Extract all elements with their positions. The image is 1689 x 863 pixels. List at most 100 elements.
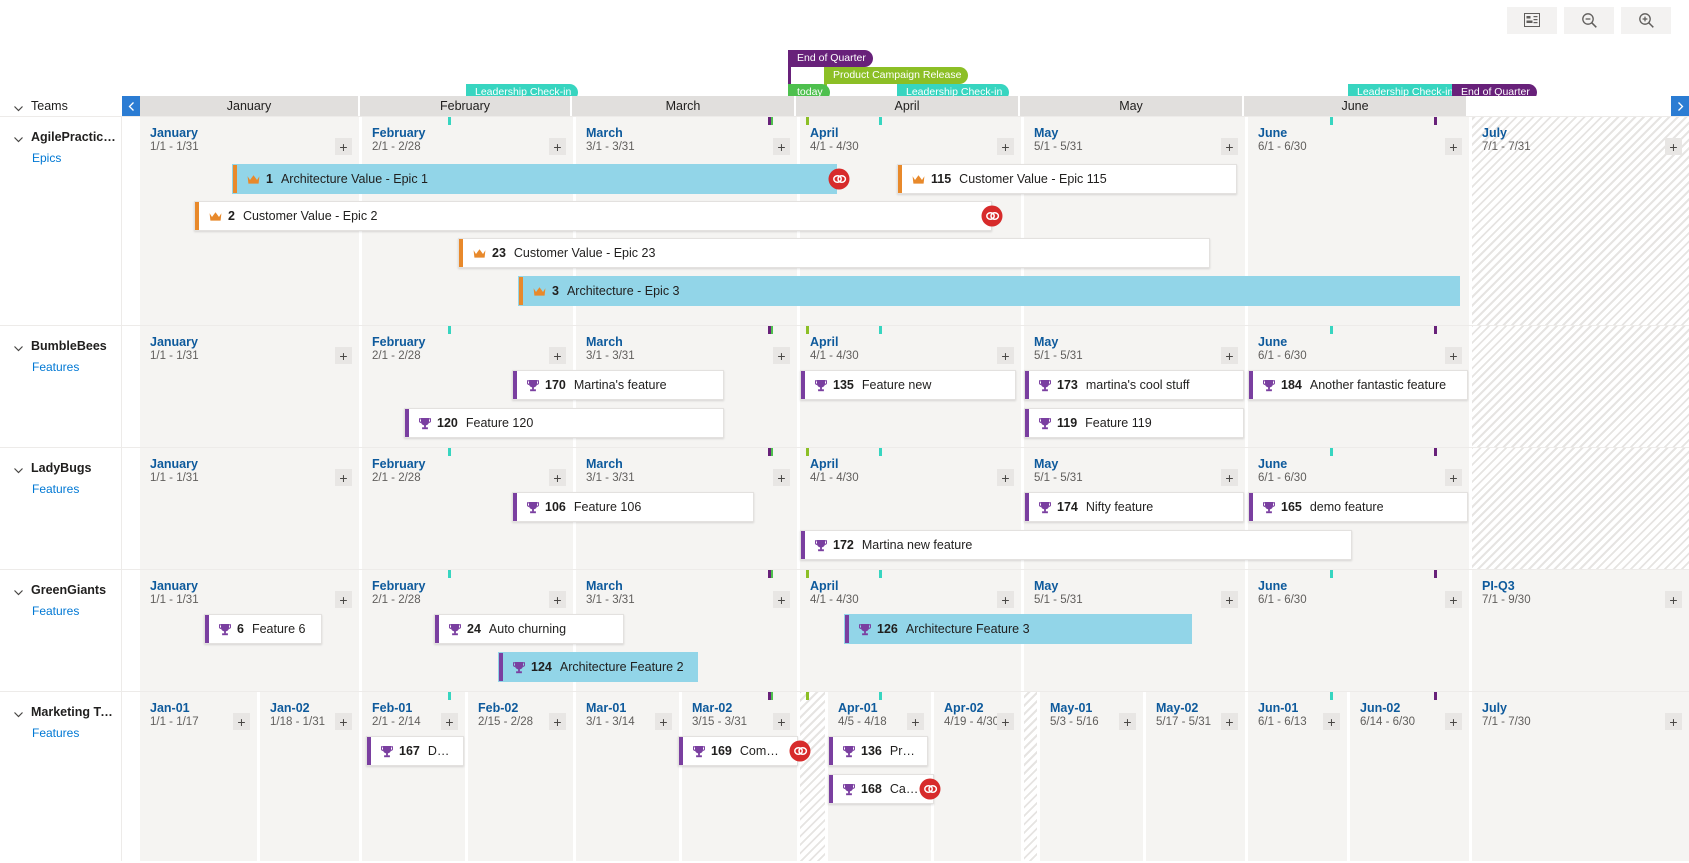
feature-card[interactable]: 124 Architecture Feature 2: [498, 652, 698, 682]
chevron-down-icon: [13, 101, 24, 112]
scroll-right-button[interactable]: [1671, 96, 1689, 116]
team-lanes: January 1/1 - 1/31 + February 2/1 - 2/28 + Mar…: [122, 326, 1689, 447]
work-item-title: Another fantastic feature: [1309, 378, 1447, 392]
dependency-badge[interactable]: [981, 205, 1003, 227]
trophy-icon: [513, 661, 525, 674]
team-label-column: AgilePractices T... Epics: [0, 117, 122, 325]
work-item-title: Auto churning: [488, 622, 567, 636]
team-name: LadyBugs: [31, 461, 92, 475]
feature-card[interactable]: 135 Feature new: [800, 370, 1016, 400]
scroll-left-button[interactable]: [122, 96, 140, 116]
epic-card[interactable]: 2 Customer Value - Epic 2: [194, 201, 992, 231]
epic-card[interactable]: 23 Customer Value - Epic 23: [458, 238, 1210, 268]
card-accent-edge: [801, 371, 805, 399]
feature-card[interactable]: 170 Martina's feature: [512, 370, 724, 400]
zoom-in-button[interactable]: [1621, 6, 1671, 34]
feature-card[interactable]: 174 Nifty feature: [1024, 492, 1244, 522]
card-accent-edge: [845, 615, 849, 643]
zoom-in-icon: [1638, 12, 1655, 29]
card-accent-edge: [405, 409, 409, 437]
feature-card[interactable]: 169 Communica...: [678, 736, 798, 766]
team-backlog-link[interactable]: Epics: [32, 151, 121, 165]
dependency-badge[interactable]: [828, 168, 850, 190]
epic-card[interactable]: 115 Customer Value - Epic 115: [897, 164, 1237, 194]
work-item-id: 3: [552, 284, 559, 298]
feature-card[interactable]: 167 Develo...: [366, 736, 464, 766]
feature-card[interactable]: 106 Feature 106: [512, 492, 754, 522]
trophy-icon: [527, 379, 539, 392]
feature-card[interactable]: 172 Martina new feature: [800, 530, 1352, 560]
feature-card[interactable]: 136 Produc...: [828, 736, 928, 766]
work-item-id: 165: [1281, 500, 1302, 514]
dependency-badge[interactable]: [789, 740, 811, 762]
feature-card[interactable]: 119 Feature 119: [1024, 408, 1244, 438]
teams-column-header[interactable]: Teams: [0, 96, 122, 116]
work-item-id: 2: [228, 209, 235, 223]
month-header-april: April: [796, 96, 1018, 116]
epic-card[interactable]: 1 Architecture Value - Epic 1: [232, 164, 837, 194]
milestone-product-campaign-release[interactable]: Product Campaign Release: [827, 67, 969, 84]
team-backlog-link[interactable]: Features: [32, 726, 121, 740]
team-backlog-link[interactable]: Features: [32, 482, 121, 496]
team-label-column: BumbleBees Features: [0, 326, 122, 447]
crown-icon: [533, 286, 546, 297]
work-item-title: Feature 106: [573, 500, 642, 514]
work-item-title: Feature 6: [251, 622, 306, 636]
team-label-column: Marketing Team Features: [0, 692, 122, 861]
feature-card[interactable]: 168Campa...: [828, 774, 934, 804]
work-item-title: demo feature: [1309, 500, 1384, 514]
trophy-icon: [1263, 379, 1275, 392]
team-name: BumbleBees: [31, 339, 107, 353]
feature-card[interactable]: 120 Feature 120: [404, 408, 724, 438]
month-header-january: January: [140, 96, 358, 116]
epic-card[interactable]: 3 Architecture - Epic 3: [518, 276, 1460, 306]
chevron-down-icon[interactable]: [13, 132, 24, 143]
zoom-out-button[interactable]: [1564, 6, 1614, 34]
work-item-title: martina's cool stuff: [1085, 378, 1190, 392]
card-accent-edge: [205, 615, 209, 643]
work-item-id: 167: [399, 744, 420, 758]
top-toolbar: [0, 0, 1689, 40]
work-item-title: Nifty feature: [1085, 500, 1154, 514]
month-header-february: February: [360, 96, 570, 116]
team-row: BumbleBees Features January 1/1 - 1/31 + Febr…: [0, 325, 1689, 447]
trophy-icon: [693, 745, 705, 758]
dependency-badge[interactable]: [919, 778, 941, 800]
feature-card[interactable]: 24 Auto churning: [434, 614, 624, 644]
team-lanes: January 1/1 - 1/31 + February 2/1 - 2/28 + Mar…: [122, 117, 1689, 325]
milestone-end-of-quarter-q1[interactable]: End of Quarter: [791, 50, 873, 67]
trophy-icon: [1039, 417, 1051, 430]
work-item-id: 168: [861, 782, 882, 796]
team-backlog-link[interactable]: Features: [32, 604, 121, 618]
team-backlog-link[interactable]: Features: [32, 360, 121, 374]
team-row: GreenGiants Features January 1/1 - 1/31 + Feb…: [0, 569, 1689, 691]
view-options-button[interactable]: [1507, 6, 1557, 34]
month-header-march: March: [572, 96, 794, 116]
work-item-id: 24: [467, 622, 481, 636]
work-item-title: Customer Value - Epic 23: [513, 246, 656, 260]
trophy-icon: [1263, 501, 1275, 514]
trophy-icon: [815, 539, 827, 552]
work-item-id: 6: [237, 622, 244, 636]
feature-card[interactable]: 184 Another fantastic feature: [1248, 370, 1468, 400]
chevron-down-icon[interactable]: [13, 707, 24, 718]
trophy-icon: [1039, 379, 1051, 392]
feature-card[interactable]: 165 demo feature: [1248, 492, 1468, 522]
card-accent-edge: [459, 239, 463, 267]
team-name: GreenGiants: [31, 583, 107, 597]
feature-card[interactable]: 126 Architecture Feature 3: [844, 614, 1192, 644]
work-item-cards: 167Develo... 169Communica... 136Produc... 1…: [122, 692, 1689, 861]
chevron-down-icon[interactable]: [13, 585, 24, 596]
chevron-down-icon[interactable]: [13, 463, 24, 474]
card-accent-edge: [1025, 493, 1029, 521]
team-label-column: LadyBugs Features: [0, 448, 122, 569]
feature-card[interactable]: 6 Feature 6: [204, 614, 322, 644]
work-item-title: Architecture Value - Epic 1: [280, 172, 429, 186]
feature-card[interactable]: 173 martina's cool stuff: [1024, 370, 1244, 400]
team-row: LadyBugs Features January 1/1 - 1/31 + Februa…: [0, 447, 1689, 569]
work-item-title: Feature 119: [1085, 416, 1152, 430]
work-item-id: 124: [531, 660, 552, 674]
team-lanes: Jan-01 1/1 - 1/17 + Jan-02 1/18 - 1/31 + Feb-0…: [122, 692, 1689, 861]
team-row: AgilePractices T...EpicsJanuary1/1 - 1/3…: [0, 116, 1689, 325]
chevron-down-icon[interactable]: [13, 341, 24, 352]
